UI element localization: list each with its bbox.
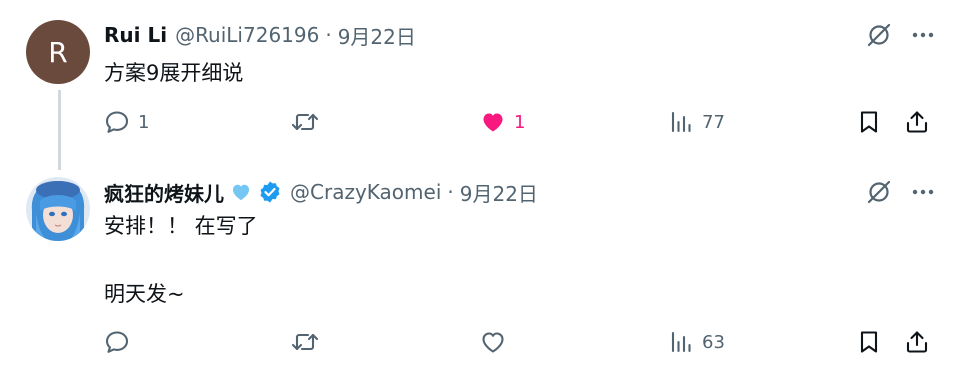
display-name[interactable]: Rui Li — [104, 23, 167, 47]
separator-dot: · — [325, 23, 332, 47]
retweet-button[interactable] — [291, 325, 327, 359]
tweet-top-actions — [866, 179, 936, 205]
separator-dot: · — [447, 180, 454, 204]
bookmark-button[interactable] — [856, 325, 882, 359]
like-button[interactable]: 1 — [480, 105, 525, 139]
tweet-top-actions — [866, 22, 936, 48]
share-icon — [904, 109, 930, 135]
more-icon[interactable] — [910, 179, 936, 205]
retweet-icon — [291, 109, 319, 135]
reply-count: 1 — [138, 111, 150, 133]
tweet-action-bar: 1 1 77 — [104, 105, 936, 139]
share-icon — [904, 329, 930, 355]
tweet-date[interactable]: 9月22日 — [338, 21, 416, 50]
user-handle[interactable]: @CrazyKaomei — [290, 180, 441, 204]
grok-icon[interactable] — [866, 179, 892, 205]
light-blue-heart-icon — [230, 181, 252, 203]
tweet-text: 安排！！ 在写了 明天发~ — [104, 214, 258, 306]
grok-icon[interactable] — [866, 22, 892, 48]
retweet-icon — [291, 329, 319, 355]
avatar[interactable] — [26, 177, 90, 241]
bookmark-icon — [856, 329, 882, 355]
more-icon[interactable] — [910, 22, 936, 48]
reply-icon — [104, 109, 130, 135]
tweet[interactable]: 疯狂的烤妹儿 @CrazyKaomei · 9月22日 安排！！ 在写了 明天发… — [0, 165, 958, 378]
tweet-header: 疯狂的烤妹儿 @CrazyKaomei · 9月22日 — [104, 177, 538, 207]
avatar-letter: R — [48, 35, 68, 69]
retweet-button[interactable] — [291, 105, 327, 139]
avatar[interactable]: R — [26, 20, 90, 84]
views-count: 77 — [702, 111, 725, 133]
reply-button[interactable] — [104, 325, 138, 359]
tweet-header: Rui Li @RuiLi726196 · 9月22日 — [104, 20, 416, 50]
tweet-text: 方案9展开细说 — [104, 61, 244, 85]
bookmark-button[interactable] — [856, 105, 882, 139]
display-name[interactable]: 疯狂的烤妹儿 — [104, 178, 224, 207]
verified-badge-icon — [258, 180, 282, 204]
tweet-date[interactable]: 9月22日 — [460, 178, 538, 207]
reply-icon — [104, 329, 130, 355]
views-icon — [668, 329, 694, 355]
bookmark-icon — [856, 109, 882, 135]
tweet[interactable]: R Rui Li @RuiLi726196 · 9月22日 方案9展开细说 1 … — [0, 0, 958, 165]
heart-icon — [480, 109, 506, 135]
views-button[interactable]: 77 — [668, 105, 725, 139]
views-icon — [668, 109, 694, 135]
share-button[interactable] — [904, 105, 930, 139]
views-count: 63 — [702, 331, 725, 353]
tweet-action-bar: 63 — [104, 325, 936, 359]
reply-button[interactable]: 1 — [104, 105, 149, 139]
share-button[interactable] — [904, 325, 930, 359]
conversation-thread: R Rui Li @RuiLi726196 · 9月22日 方案9展开细说 1 … — [0, 0, 958, 378]
views-button[interactable]: 63 — [668, 325, 725, 359]
user-handle[interactable]: @RuiLi726196 — [175, 23, 319, 47]
like-button[interactable] — [480, 325, 514, 359]
heart-icon — [480, 329, 506, 355]
like-count: 1 — [514, 111, 526, 133]
